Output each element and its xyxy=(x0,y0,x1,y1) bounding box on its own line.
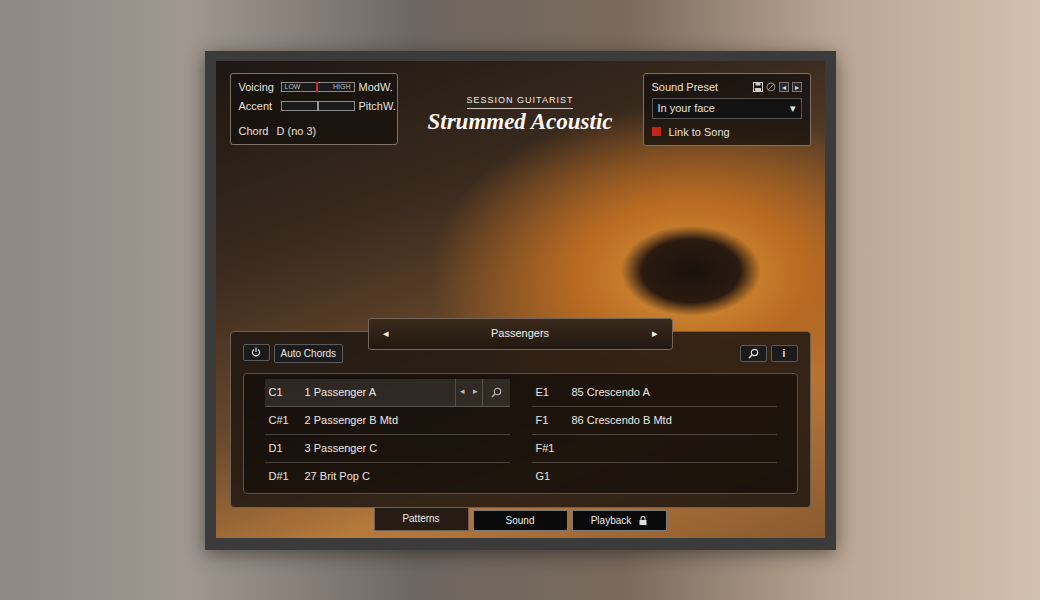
preset-panel: Sound Preset ◂ ▸ In your face ▾ xyxy=(643,73,811,147)
voicing-slider[interactable]: LOW HIGH xyxy=(281,82,355,92)
voicing-label: Voicing xyxy=(239,79,277,96)
preset-label: Sound Preset xyxy=(652,79,719,96)
pattern-name: 27 Brit Pop C xyxy=(305,468,510,485)
search-icon xyxy=(491,387,502,398)
dropdown-caret: ▾ xyxy=(790,100,796,117)
pattern-search-button[interactable] xyxy=(482,379,510,406)
accent-label: Accent xyxy=(239,98,277,115)
link-label: Link to Song xyxy=(669,124,730,141)
tab[interactable]: Playback xyxy=(572,510,667,531)
delete-icon[interactable] xyxy=(766,82,776,92)
pattern-name: 86 Crescendo B Mtd xyxy=(572,412,777,429)
background: Voicing LOW HIGH ModW. Accent PitchW. xyxy=(0,0,1040,600)
pattern-key: C1 xyxy=(269,384,305,401)
pattern-name: 3 Passenger C xyxy=(305,440,510,457)
song-title: Passengers xyxy=(491,325,549,342)
pattern-key: D#1 xyxy=(269,468,305,485)
pattern-name: 85 Crescendo A xyxy=(572,384,777,401)
power-button[interactable] xyxy=(243,344,270,361)
pattern-list: C11 Passenger A◂▸C#12 Passenger B MtdD13… xyxy=(243,373,798,494)
logo-title: Strummed Acoustic xyxy=(398,109,643,134)
lock-icon xyxy=(639,516,647,525)
pattern-key: F1 xyxy=(536,412,572,429)
high-label: HIGH xyxy=(333,82,351,92)
pattern-name: 2 Passenger B Mtd xyxy=(305,412,510,429)
chord-value: D (no 3) xyxy=(276,123,316,140)
search-icon xyxy=(748,348,759,359)
pattern-next-button[interactable]: ▸ xyxy=(469,379,482,406)
song-next-button[interactable]: ▸ xyxy=(652,325,658,342)
tab-label: Patterns xyxy=(402,508,439,529)
song-prev-button[interactable]: ◂ xyxy=(383,325,389,342)
pattern-slot[interactable]: D13 Passenger C xyxy=(265,435,510,463)
preset-value: In your face xyxy=(658,100,715,117)
logo-overline: SESSION GUITARIST xyxy=(467,94,574,110)
accent-slider[interactable] xyxy=(281,101,355,111)
pattern-key: C#1 xyxy=(269,412,305,429)
chord-label: Chord xyxy=(239,123,269,140)
link-checkbox[interactable] xyxy=(652,127,661,136)
accent-handle[interactable] xyxy=(317,101,319,111)
patterns-panel: Auto Chords i C11 Passenger A◂▸C#12 Pass… xyxy=(230,331,811,508)
pattern-key: F#1 xyxy=(536,440,572,457)
tab-label: Playback xyxy=(591,513,632,528)
guitar-photo: Voicing LOW HIGH ModW. Accent PitchW. xyxy=(216,61,825,538)
tab[interactable]: Patterns xyxy=(374,508,469,531)
preset-next-button[interactable]: ▸ xyxy=(792,82,802,92)
pattern-prev-button[interactable]: ◂ xyxy=(455,379,469,406)
preset-prev-button[interactable]: ◂ xyxy=(779,82,789,92)
pattern-slot[interactable]: D#127 Brit Pop C xyxy=(265,463,510,491)
pattern-slot[interactable]: G1 xyxy=(532,463,777,491)
pattern-key: E1 xyxy=(536,384,572,401)
song-selector[interactable]: ◂ Passengers ▸ xyxy=(368,318,673,350)
pattern-key: D1 xyxy=(269,440,305,457)
search-button[interactable] xyxy=(740,345,767,362)
power-icon xyxy=(251,347,261,357)
pattern-key: G1 xyxy=(536,468,572,485)
pattern-slot[interactable]: E185 Crescendo A xyxy=(532,379,777,407)
mod-wheel-label: ModW. xyxy=(359,79,396,96)
pattern-slot[interactable]: C11 Passenger A◂▸ xyxy=(265,379,510,407)
pattern-name: 1 Passenger A xyxy=(305,384,455,401)
logo: SESSION GUITARIST Strummed Acoustic xyxy=(398,91,643,135)
performance-panel: Voicing LOW HIGH ModW. Accent PitchW. xyxy=(230,73,398,146)
save-icon[interactable] xyxy=(753,82,763,92)
auto-chords-button[interactable]: Auto Chords xyxy=(274,344,344,363)
voicing-handle[interactable] xyxy=(316,82,318,92)
plugin-window: Voicing LOW HIGH ModW. Accent PitchW. xyxy=(205,51,836,550)
pattern-slot[interactable]: C#12 Passenger B Mtd xyxy=(265,407,510,435)
pattern-nav: ◂▸ xyxy=(455,379,510,406)
info-button[interactable]: i xyxy=(771,345,798,362)
preset-dropdown[interactable]: In your face ▾ xyxy=(652,98,802,119)
tab[interactable]: Sound xyxy=(473,510,568,531)
pitch-wheel-label: PitchW. xyxy=(359,98,396,115)
pattern-slot[interactable]: F#1 xyxy=(532,435,777,463)
low-label: LOW xyxy=(285,82,301,92)
tab-label: Sound xyxy=(506,513,535,528)
pattern-slot[interactable]: F186 Crescendo B Mtd xyxy=(532,407,777,435)
